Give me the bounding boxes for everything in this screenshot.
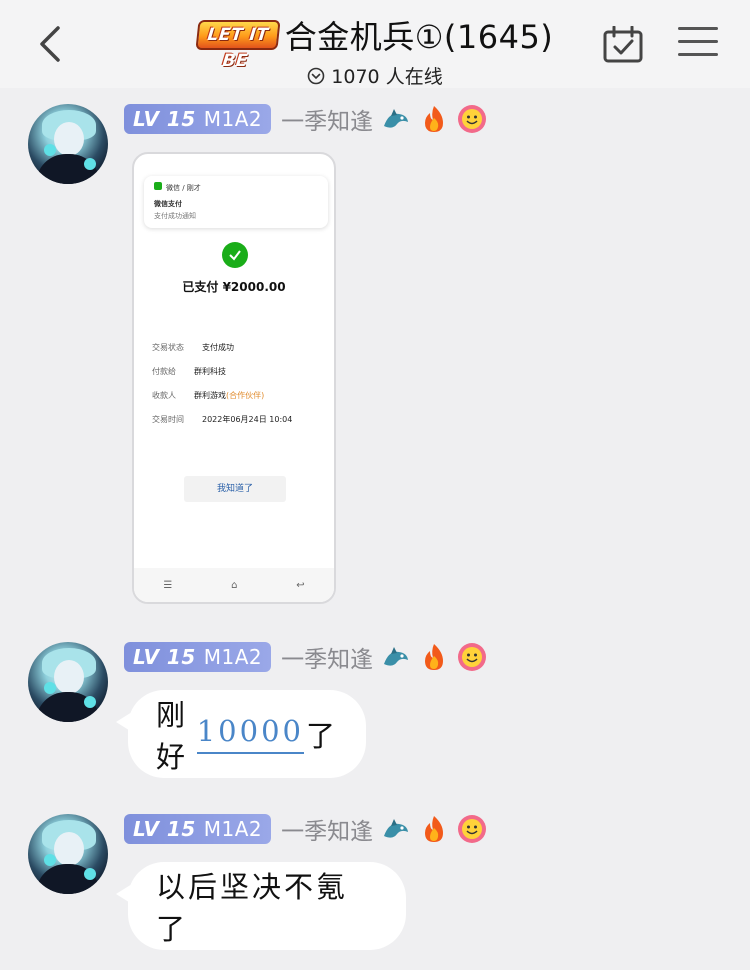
badge-title: M1A2 — [203, 817, 263, 841]
level-text: LV 15 — [133, 645, 196, 669]
screenshot-statusbar — [134, 154, 334, 170]
nav-home-icon: ⌂ — [231, 579, 238, 591]
avatar-flower — [84, 158, 96, 170]
detail-label: 交易时间 — [152, 415, 184, 424]
wechat-icon — [154, 182, 162, 190]
avatar-flower — [44, 144, 56, 156]
notification-sub: 支付成功通知 — [154, 212, 196, 220]
detail-value: 群利游戏(合作伙伴) — [194, 390, 264, 401]
avatar-flower — [84, 868, 96, 880]
sender-row: LV 15 M1A2 一季知逢 — [124, 813, 487, 845]
avatar-flower — [84, 696, 96, 708]
chevron-down-circle-icon — [307, 67, 325, 84]
detail-value-main: 群利游戏 — [194, 391, 226, 400]
fire-emoji-icon — [425, 106, 444, 132]
chat-message: LV 15 M1A2 一季知逢 刚好 10000 了 — [0, 638, 750, 788]
message-bubble[interactable]: 以后坚决不氪了 — [116, 862, 406, 950]
chat-message: LV 15 M1A2 一季知逢 — [0, 100, 750, 620]
username[interactable]: 一季知逢 — [281, 102, 373, 136]
avatar-face — [54, 122, 84, 156]
calendar-check-icon — [603, 25, 643, 63]
level-badge: LV 15 M1A2 — [124, 814, 272, 844]
avatar-flower — [44, 854, 56, 866]
detail-label: 收款人 — [152, 391, 176, 400]
detail-value: 2022年06月24日 10:04 — [202, 415, 293, 424]
group-title: 合金机兵①(1645) — [284, 18, 554, 56]
smiley-flower-emoji-icon — [458, 815, 487, 843]
username[interactable]: 一季知逢 — [281, 640, 373, 674]
detail-value-extra: (合作伙伴) — [226, 391, 265, 400]
username[interactable]: 一季知逢 — [281, 812, 373, 846]
level-text: LV 15 — [133, 107, 196, 131]
detail-value: 群利科技 — [194, 367, 226, 376]
number-link[interactable]: 10000 — [196, 714, 304, 754]
message-text: 了 — [305, 719, 338, 753]
fire-emoji-icon — [425, 816, 444, 842]
chat-header: LET IT BE 合金机兵①(1645) 1070 人在线 — [0, 0, 750, 88]
hamburger-menu-icon — [678, 27, 718, 30]
notification-app: 微信 / 刚才 — [166, 184, 201, 192]
detail-row: 交易时间 2022年06月24日 10:04 — [152, 414, 292, 425]
payment-screenshot-image[interactable]: 微信 / 刚才 微信支付 支付成功通知 已支付 ¥2000.00 交易状态 支付… — [132, 152, 336, 604]
smiley-flower-emoji-icon — [458, 643, 487, 671]
got-it-button: 我知道了 — [184, 476, 286, 502]
badge-title: M1A2 — [203, 107, 263, 131]
detail-row: 付款给 群利科技 — [152, 366, 226, 377]
menu-line — [678, 40, 718, 43]
paid-amount: 已支付 ¥2000.00 — [182, 280, 286, 294]
message-text: 以后坚决不氪了 — [156, 870, 349, 946]
sender-row: LV 15 M1A2 一季知逢 — [124, 641, 487, 673]
badge-title: M1A2 — [203, 645, 263, 669]
dragon-emoji-icon — [384, 647, 409, 666]
message-bubble[interactable]: 刚好 10000 了 — [116, 690, 366, 778]
level-badge: LV 15 M1A2 — [124, 104, 272, 134]
detail-label: 付款给 — [152, 367, 176, 376]
detail-value: 支付成功 — [202, 343, 234, 352]
screenshot-notification: 微信 / 刚才 微信支付 支付成功通知 — [144, 176, 328, 228]
detail-row: 收款人 群利游戏(合作伙伴) — [152, 390, 264, 401]
level-badge: LV 15 M1A2 — [124, 642, 272, 672]
menu-line — [678, 53, 718, 56]
chat-message: LV 15 M1A2 一季知逢 以后坚决不氪了 — [0, 810, 750, 960]
menu-button[interactable] — [678, 27, 718, 61]
dragon-emoji-icon — [384, 109, 409, 128]
notification-title: 微信支付 — [154, 200, 182, 208]
avatar[interactable] — [28, 104, 108, 184]
avatar-face — [54, 660, 84, 694]
calendar-button[interactable] — [602, 25, 644, 64]
group-logo-badge: LET IT BE — [195, 20, 281, 71]
screenshot-navbar: ☰ ⌂ ↩ — [134, 568, 334, 602]
level-text: LV 15 — [133, 817, 196, 841]
sender-row: LV 15 M1A2 一季知逢 — [124, 103, 487, 135]
nav-menu-icon: ☰ — [163, 579, 173, 591]
avatar[interactable] — [28, 814, 108, 894]
smiley-flower-emoji-icon — [458, 105, 487, 133]
avatar-flower — [44, 682, 56, 694]
online-count: 1070 人在线 — [0, 62, 750, 89]
check-icon — [222, 242, 248, 268]
detail-row: 交易状态 支付成功 — [152, 342, 234, 353]
detail-label: 交易状态 — [152, 343, 184, 352]
avatar-face — [54, 832, 84, 866]
dragon-emoji-icon — [384, 819, 409, 838]
nav-back-icon: ↩ — [296, 579, 305, 591]
avatar[interactable] — [28, 642, 108, 722]
message-text: 刚好 — [156, 698, 189, 774]
online-count-text: 1070 人在线 — [331, 66, 443, 88]
fire-emoji-icon — [425, 644, 444, 670]
